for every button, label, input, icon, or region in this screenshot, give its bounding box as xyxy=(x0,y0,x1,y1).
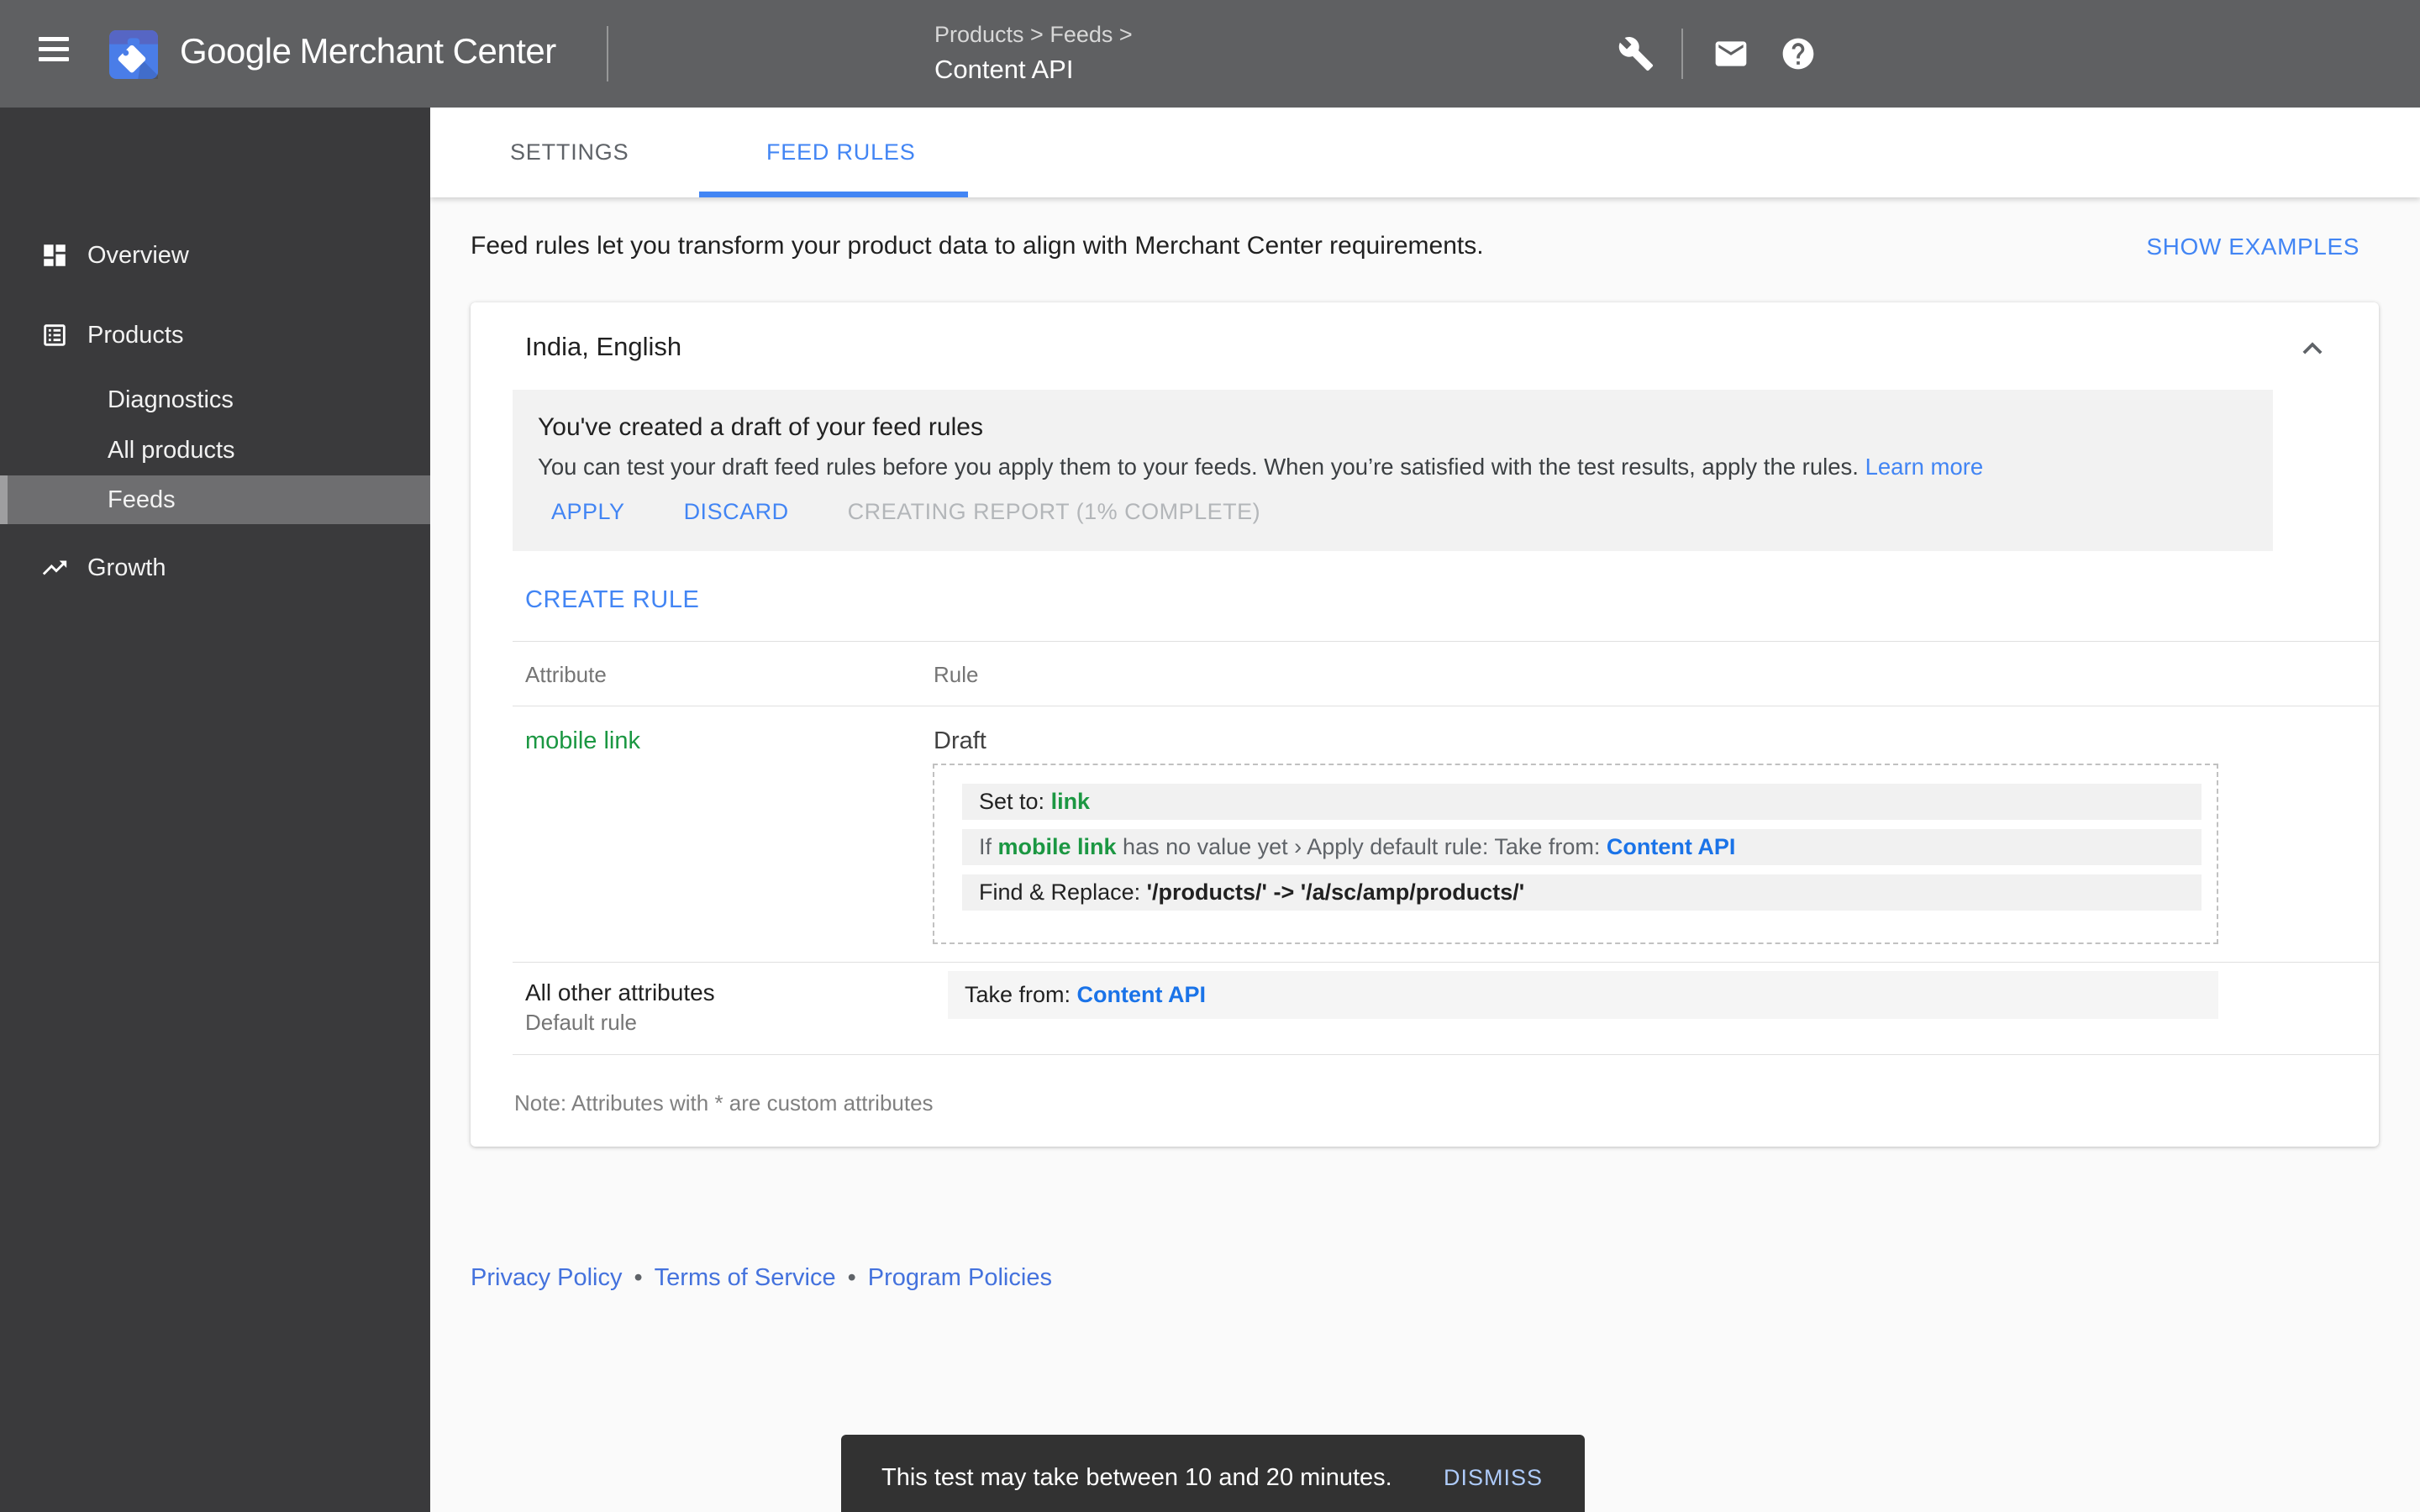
list-icon xyxy=(44,324,66,346)
sidebar-item-growth[interactable]: Growth xyxy=(0,538,430,598)
sidebar-item-label: Overview xyxy=(87,241,189,269)
take-from-label: Take from: xyxy=(965,982,1077,1007)
draft-rules-box: Set to: link If mobile link has no value… xyxy=(933,764,2218,944)
rule-default-middle: has no value yet › Apply default rule: T… xyxy=(1116,834,1607,859)
sidebar-item-products[interactable]: Products xyxy=(0,305,430,365)
sidebar-item-label: Growth xyxy=(87,554,166,581)
all-other-attributes-label: All other attributes xyxy=(525,979,715,1005)
privacy-policy-link[interactable]: Privacy Policy xyxy=(471,1264,623,1291)
rule-default-prefix: If xyxy=(979,834,998,859)
divider xyxy=(513,641,2379,642)
tab-settings[interactable]: SETTINGS xyxy=(510,108,629,197)
show-examples-button[interactable]: SHOW EXAMPLES xyxy=(2146,234,2360,260)
discard-button[interactable]: DISCARD xyxy=(684,499,789,525)
default-rule-label: Default rule xyxy=(525,1010,637,1035)
brand-google: Google xyxy=(180,31,292,71)
draft-banner-text: You can test your draft feed rules befor… xyxy=(538,454,1865,480)
breadcrumb-trail[interactable]: Products > Feeds > xyxy=(934,22,1133,48)
sidebar-item-overview[interactable]: Overview xyxy=(0,225,430,286)
tab-feed-rules[interactable]: FEED RULES xyxy=(766,108,916,197)
rule-default-attribute: mobile link xyxy=(997,834,1117,859)
rule-set-to-value: link xyxy=(1050,789,1091,814)
footer-links: Privacy Policy • Terms of Service • Program … xyxy=(471,1264,1052,1292)
hamburger-menu-icon[interactable] xyxy=(39,37,81,71)
dismiss-button[interactable]: DISMISS xyxy=(1444,1465,1543,1491)
feed-rules-card: India, English You've created a draft of… xyxy=(471,302,2379,1147)
help-icon[interactable] xyxy=(1780,35,1817,72)
breadcrumb-current: Content API xyxy=(934,55,1074,84)
rule-default[interactable]: If mobile link has no value yet › Apply … xyxy=(962,829,2202,865)
divider xyxy=(513,962,2379,963)
feed-title: India, English xyxy=(525,332,682,361)
feed-rules-description: Feed rules let you transform your produc… xyxy=(471,232,1484,260)
footer-separator: • xyxy=(634,1264,643,1291)
header-divider xyxy=(607,26,608,81)
footer-separator: • xyxy=(847,1264,856,1291)
sidebar-item-label: Diagnostics xyxy=(108,386,234,413)
merchant-center-app: Google Merchant Center Products > Feeds >… xyxy=(0,0,2420,1512)
brand-title: Google Merchant Center xyxy=(180,31,556,71)
collapse-card-button[interactable] xyxy=(2293,329,2332,368)
sidebar-item-diagnostics[interactable]: Diagnostics xyxy=(0,375,430,425)
sidebar-item-label: Feeds xyxy=(108,486,176,513)
trending-up-icon xyxy=(42,560,67,575)
active-tab-underline xyxy=(699,192,968,197)
merchant-center-logo-icon xyxy=(109,30,158,79)
custom-attributes-note: Note: Attributes with * are custom attri… xyxy=(514,1090,934,1116)
create-rule-button[interactable]: CREATE RULE xyxy=(525,586,700,614)
chevron-up-icon xyxy=(2302,342,2323,354)
terms-of-service-link[interactable]: Terms of Service xyxy=(655,1264,836,1291)
mail-icon[interactable] xyxy=(1712,35,1749,72)
rule-set-to-label: Set to: xyxy=(979,789,1051,814)
rule-default-source: Content API xyxy=(1606,834,1736,859)
toast-snackbar: This test may take between 10 and 20 min… xyxy=(841,1435,1585,1512)
column-header-attribute: Attribute xyxy=(525,662,607,687)
take-from-source: Content API xyxy=(1076,982,1207,1007)
column-header-rule: Rule xyxy=(934,662,979,687)
intro-row: Feed rules let you transform your produc… xyxy=(430,222,2420,269)
brand-merchant-center: Merchant Center xyxy=(299,31,556,71)
draft-banner-title: You've created a draft of your feed rule… xyxy=(538,413,983,441)
rule-state-draft: Draft xyxy=(934,727,986,754)
dashboard-icon xyxy=(44,244,66,266)
attribute-mobile-link[interactable]: mobile link xyxy=(525,727,640,755)
sidebar-item-label: All products xyxy=(108,436,235,464)
rule-find-replace[interactable]: Find & Replace: '/products/' -> '/a/sc/a… xyxy=(962,874,2202,911)
draft-banner: You've created a draft of your feed rule… xyxy=(513,390,2273,551)
rule-set-to[interactable]: Set to: link xyxy=(962,784,2202,820)
tools-wrench-icon[interactable] xyxy=(1618,35,1655,72)
tab-bar: SETTINGS FEED RULES xyxy=(430,108,2420,197)
app-header: Google Merchant Center Products > Feeds >… xyxy=(0,0,2420,108)
draft-banner-body: You can test your draft feed rules befor… xyxy=(538,454,2248,480)
apply-button[interactable]: APPLY xyxy=(551,499,625,525)
breadcrumb: Products > Feeds > Content API xyxy=(934,22,1133,85)
default-rule-value[interactable]: Take from: Content API xyxy=(948,971,2218,1019)
rule-find-replace-label: Find & Replace: xyxy=(979,879,1147,905)
sidebar-nav: Overview Products Diagnostics All produc… xyxy=(0,108,430,1512)
draft-banner-actions: APPLY DISCARD CREATING REPORT (1% COMPLE… xyxy=(551,499,1260,525)
program-policies-link[interactable]: Program Policies xyxy=(868,1264,1052,1291)
sidebar-item-feeds-selected[interactable]: Feeds xyxy=(0,475,430,524)
header-icons-divider xyxy=(1681,29,1683,79)
sidebar-item-all-products[interactable]: All products xyxy=(0,425,430,475)
toast-message: This test may take between 10 and 20 min… xyxy=(881,1463,1392,1491)
rule-find-replace-value: '/products/' -> '/a/sc/amp/products/' xyxy=(1146,879,1525,905)
divider xyxy=(513,1054,2379,1055)
creating-report-status: CREATING REPORT (1% COMPLETE) xyxy=(847,499,1261,524)
learn-more-link[interactable]: Learn more xyxy=(1865,454,1984,480)
sidebar-item-label: Products xyxy=(87,321,184,349)
